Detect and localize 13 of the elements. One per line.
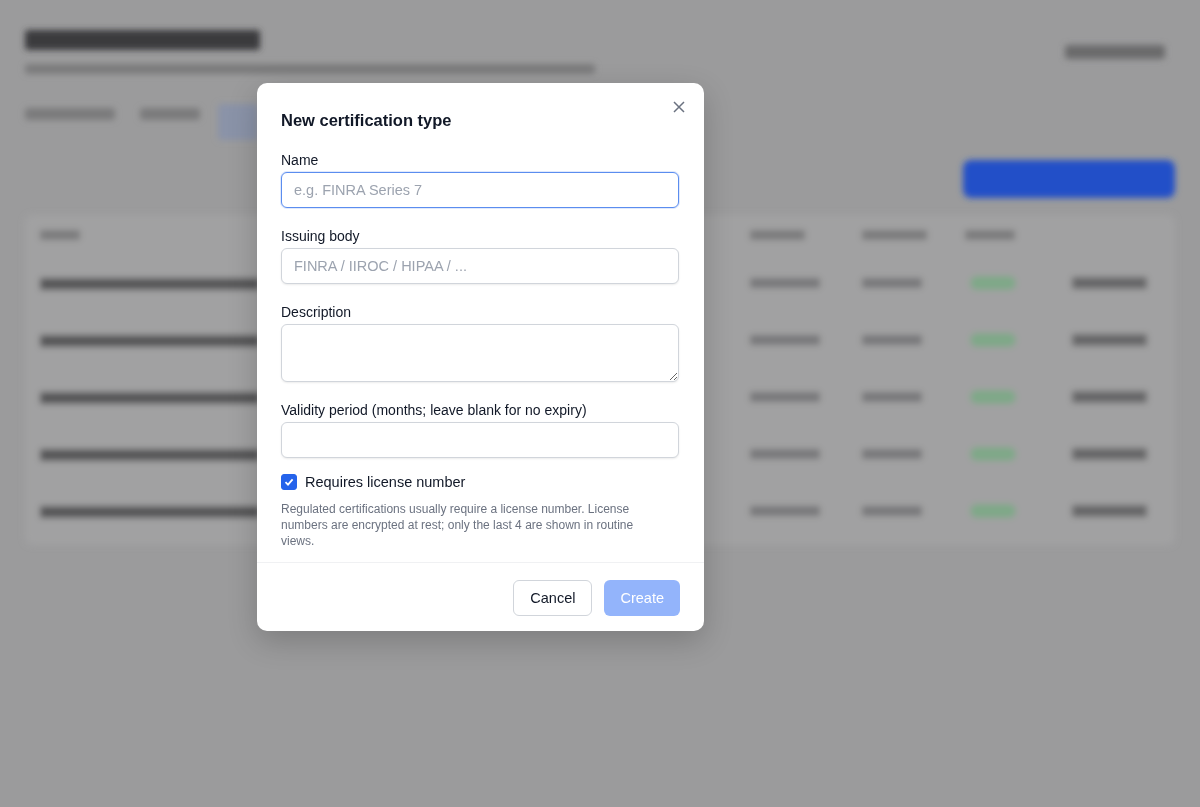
- textarea-field[interactable]: [281, 324, 679, 382]
- dialog-title: New certification type: [281, 110, 453, 131]
- field-label: Validity period (months; leave blank for no expiry): [281, 401, 588, 419]
- input-field[interactable]: e.g. FINRA Series 7: [281, 172, 679, 208]
- cancel-button[interactable]: Cancel: [513, 580, 593, 616]
- field-label: Description: [281, 303, 353, 321]
- help-text: Regulated certifications usually require a license number. License numbers are encrypted at rest; only the last 4 are shown in routine views.: [281, 501, 635, 549]
- checkbox[interactable]: [281, 474, 297, 490]
- checkmark-icon: [283, 476, 295, 488]
- close-icon[interactable]: [673, 101, 685, 113]
- checkbox-label: Requires license number: [305, 474, 466, 490]
- field-label: Issuing body: [281, 227, 361, 245]
- field-label: Name: [281, 151, 320, 169]
